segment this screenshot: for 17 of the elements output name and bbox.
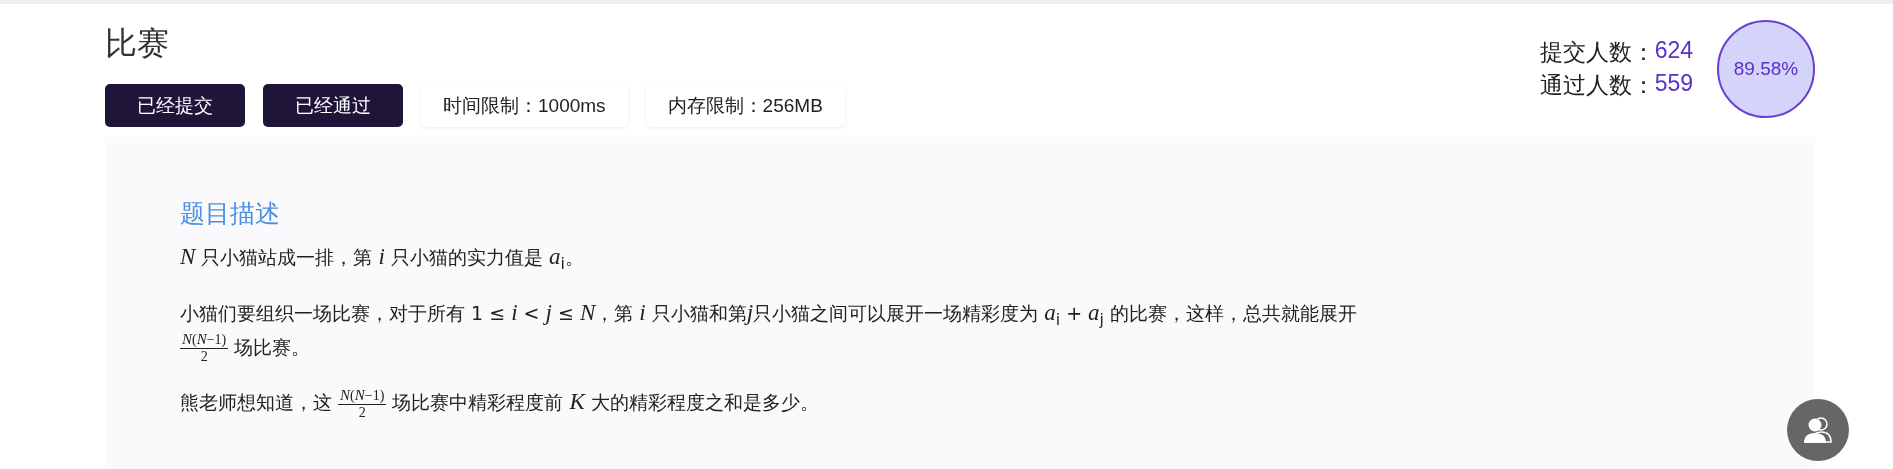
pass-rate-circle: 89.58%	[1717, 19, 1815, 118]
fraction: N(N−1) 2	[338, 386, 387, 422]
stat-value: 559	[1654, 69, 1693, 98]
status-tag: 已经通过	[263, 84, 403, 127]
section-title: 题目描述	[180, 198, 281, 229]
stat-value: 624	[1654, 36, 1693, 65]
limit-tag: 时间限制：1000ms	[421, 84, 628, 127]
users-icon	[1802, 416, 1834, 444]
page-title: 比赛	[105, 24, 170, 63]
status-tag: 已经提交	[105, 84, 245, 127]
fraction: N(N−1) 2	[180, 331, 229, 366]
paragraph: 小猫们要组织一场比赛，对于所有 1 ≤ i < j ≤ N，第 i 只小猫和第j只小猫之间可以展开一场精彩度为 a$_{i}$ + a$_{j}$ 的比赛，这样，总共就能展开 N(N−1) 2 场比赛。	[180, 298, 1359, 366]
paragraph: 熊老师想知道，这 N(N−1) 2 场比赛中精彩程度前 K 大的精彩程度之和是多少。	[180, 385, 820, 422]
stat-label: 提交人数：	[1539, 37, 1655, 67]
paragraph: N 只小猫站成一排，第 i 只小猫的实力值是 a$_{i}$。	[180, 243, 585, 275]
stat-label: 通过人数：	[1539, 70, 1655, 100]
limit-tag: 内存限制：256MB	[645, 84, 845, 127]
